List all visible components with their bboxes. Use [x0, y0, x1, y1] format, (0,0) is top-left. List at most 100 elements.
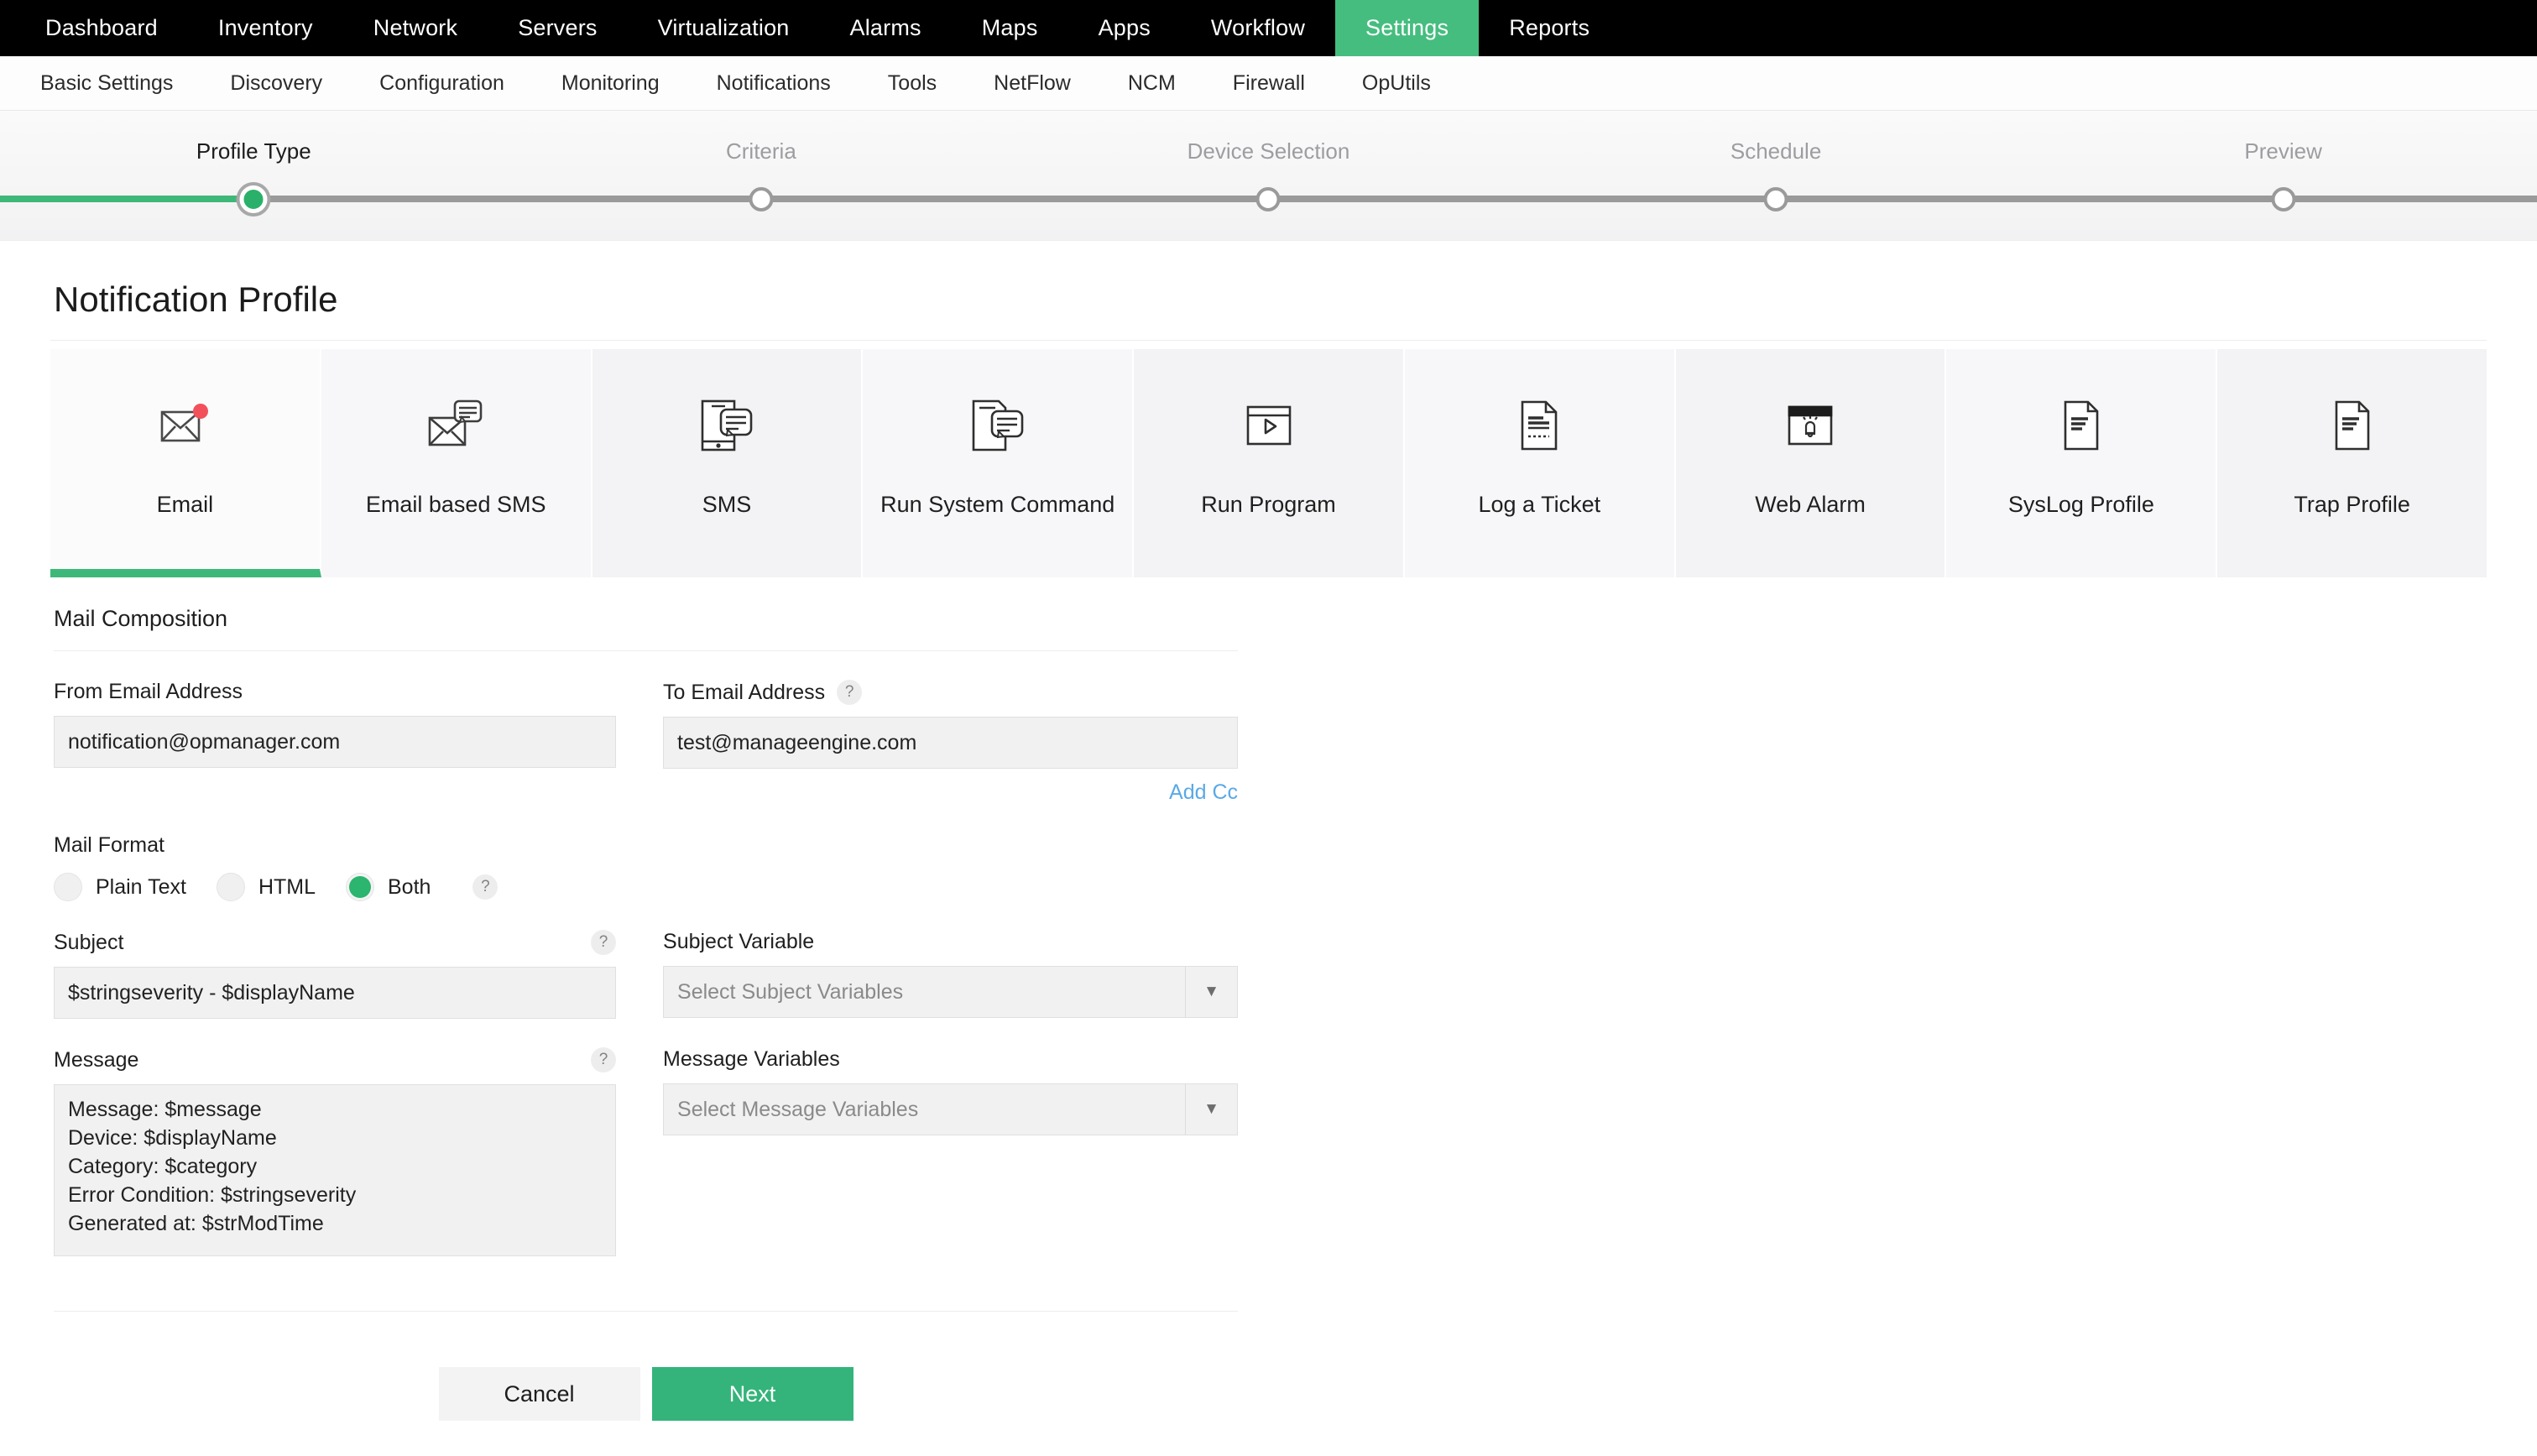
wizard-step-profile-type[interactable]: Profile Type [0, 111, 508, 240]
topnav-label: Maps [981, 15, 1038, 40]
message-variable-placeholder: Select Message Variables [677, 1097, 919, 1121]
subnav-item-firewall[interactable]: Firewall [1204, 56, 1334, 110]
topnav-label: Virtualization [657, 15, 790, 40]
mail-format-label-row: Mail Format [54, 833, 616, 858]
wizard-step-dot-icon [2271, 187, 2296, 211]
subnav-item-ncm[interactable]: NCM [1099, 56, 1204, 110]
subnav-item-discovery[interactable]: Discovery [201, 56, 351, 110]
wizard-step-preview[interactable]: Preview [2029, 111, 2537, 240]
next-button[interactable]: Next [651, 1367, 853, 1421]
subnav-label: NetFlow [994, 70, 1071, 95]
subnav-item-configuration[interactable]: Configuration [351, 56, 533, 110]
profile-type-card-email-based-sms[interactable]: Email based SMS [321, 349, 592, 577]
wizard-step-label: Device Selection [1187, 138, 1350, 164]
topnav-label: Apps [1098, 15, 1151, 40]
subject-label: Subject [54, 930, 124, 954]
form-action-buttons: Cancel Next [54, 1367, 1238, 1421]
subject-variable-select[interactable]: Select Subject Variables ▼ [663, 966, 1238, 1018]
wizard-step-criteria[interactable]: Criteria [508, 111, 1015, 240]
profile-type-label: SysLog Profile [2007, 492, 2154, 517]
radio-icon[interactable] [216, 873, 245, 901]
cancel-button[interactable]: Cancel [438, 1367, 640, 1421]
profile-type-card-log-a-ticket[interactable]: Log a Ticket [1404, 349, 1676, 577]
radio-icon[interactable] [54, 873, 82, 901]
to-email-label: To Email Address [663, 680, 826, 704]
wizard-step-dot-icon [1255, 187, 1281, 211]
wizard-step-label: Criteria [725, 138, 796, 164]
top-navigation-bar: Dashboard Inventory Network Servers Virt… [0, 0, 2537, 56]
profile-type-card-run-program[interactable]: Run Program [1134, 349, 1405, 577]
topnav-item-dashboard[interactable]: Dashboard [15, 0, 188, 56]
subject-label-row: Subject ? [54, 930, 617, 955]
profile-type-card-email[interactable]: Email [50, 349, 321, 577]
radio-option-both[interactable]: Both [346, 873, 431, 901]
to-email-input[interactable] [663, 717, 1238, 769]
topnav-item-servers[interactable]: Servers [488, 0, 627, 56]
topnav-item-apps[interactable]: Apps [1068, 0, 1181, 56]
topnav-item-settings[interactable]: Settings [1335, 0, 1480, 56]
subnav-label: Configuration [379, 70, 504, 95]
form-footer-divider [54, 1311, 1238, 1312]
profile-type-label: Trap Profile [2294, 492, 2410, 517]
subject-variable-label-row: Subject Variable [663, 930, 1238, 954]
subnav-item-tools[interactable]: Tools [859, 56, 965, 110]
topnav-item-network[interactable]: Network [343, 0, 488, 56]
subnav-label: Firewall [1232, 70, 1305, 95]
envelope-chat-icon [428, 396, 483, 455]
topnav-label: Alarms [849, 15, 921, 40]
profile-type-label: Email based SMS [365, 492, 546, 517]
profile-type-card-run-system-command[interactable]: Run System Command [863, 349, 1135, 577]
chevron-down-icon[interactable]: ▼ [1185, 967, 1237, 1017]
subject-input[interactable] [54, 967, 617, 1019]
help-icon[interactable]: ? [591, 1047, 617, 1072]
subnav-label: NCM [1127, 70, 1176, 95]
message-textarea[interactable] [54, 1084, 617, 1256]
radio-icon-selected[interactable] [346, 873, 374, 901]
profile-type-card-web-alarm[interactable]: Web Alarm [1675, 349, 1947, 577]
message-variable-label-row: Message Variables [663, 1047, 1238, 1072]
from-email-input[interactable] [54, 716, 617, 768]
profile-type-card-list: Email Email based SMS SMS Run System Com… [50, 349, 2487, 577]
subnav-item-netflow[interactable]: NetFlow [965, 56, 1099, 110]
radio-option-html[interactable]: HTML [216, 873, 316, 901]
message-variable-label: Message Variables [663, 1047, 840, 1071]
title-divider [50, 340, 2487, 341]
from-email-label: From Email Address [54, 680, 243, 703]
profile-type-card-sms[interactable]: SMS [592, 349, 864, 577]
profile-type-card-syslog-profile[interactable]: SysLog Profile [1946, 349, 2218, 577]
topnav-label: Network [373, 15, 458, 40]
help-icon[interactable]: ? [472, 874, 499, 900]
message-variable-select[interactable]: Select Message Variables ▼ [663, 1083, 1238, 1135]
wizard-step-label: Schedule [1730, 138, 1822, 164]
topnav-item-reports[interactable]: Reports [1479, 0, 1620, 56]
wizard-step-device-selection[interactable]: Device Selection [1015, 111, 1522, 240]
topnav-label: Inventory [217, 15, 313, 40]
topnav-item-maps[interactable]: Maps [952, 0, 1068, 56]
subnav-item-basic-settings[interactable]: Basic Settings [12, 56, 201, 110]
topnav-item-virtualization[interactable]: Virtualization [628, 0, 820, 56]
wizard-step-dot-icon [1763, 187, 1788, 211]
subnav-label: Basic Settings [40, 70, 174, 95]
profile-type-label: Run System Command [880, 492, 1115, 517]
help-icon[interactable]: ? [591, 930, 617, 955]
profile-type-label: Email [156, 492, 214, 517]
radio-option-plain-text[interactable]: Plain Text [54, 873, 186, 901]
to-email-label-row: To Email Address ? [663, 680, 1238, 705]
radio-label: HTML [258, 874, 316, 899]
add-cc-link[interactable]: Add Cc [663, 780, 1238, 805]
subject-variable-placeholder: Select Subject Variables [677, 979, 904, 1004]
help-icon[interactable]: ? [837, 680, 863, 705]
wizard-step-schedule[interactable]: Schedule [1522, 111, 2030, 240]
section-title-mail-composition: Mail Composition [54, 606, 1238, 651]
profile-type-card-trap-profile[interactable]: Trap Profile [2217, 349, 2487, 577]
topnav-item-inventory[interactable]: Inventory [188, 0, 343, 56]
radio-label: Both [388, 874, 431, 899]
subnav-label: Discovery [230, 70, 323, 95]
topnav-item-workflow[interactable]: Workflow [1181, 0, 1335, 56]
topnav-item-alarms[interactable]: Alarms [820, 0, 952, 56]
chevron-down-icon[interactable]: ▼ [1185, 1084, 1237, 1135]
subject-variable-label: Subject Variable [663, 930, 815, 953]
subnav-item-notifications[interactable]: Notifications [688, 56, 859, 110]
subnav-item-monitoring[interactable]: Monitoring [533, 56, 688, 110]
subnav-item-oputils[interactable]: OpUtils [1334, 56, 1459, 110]
